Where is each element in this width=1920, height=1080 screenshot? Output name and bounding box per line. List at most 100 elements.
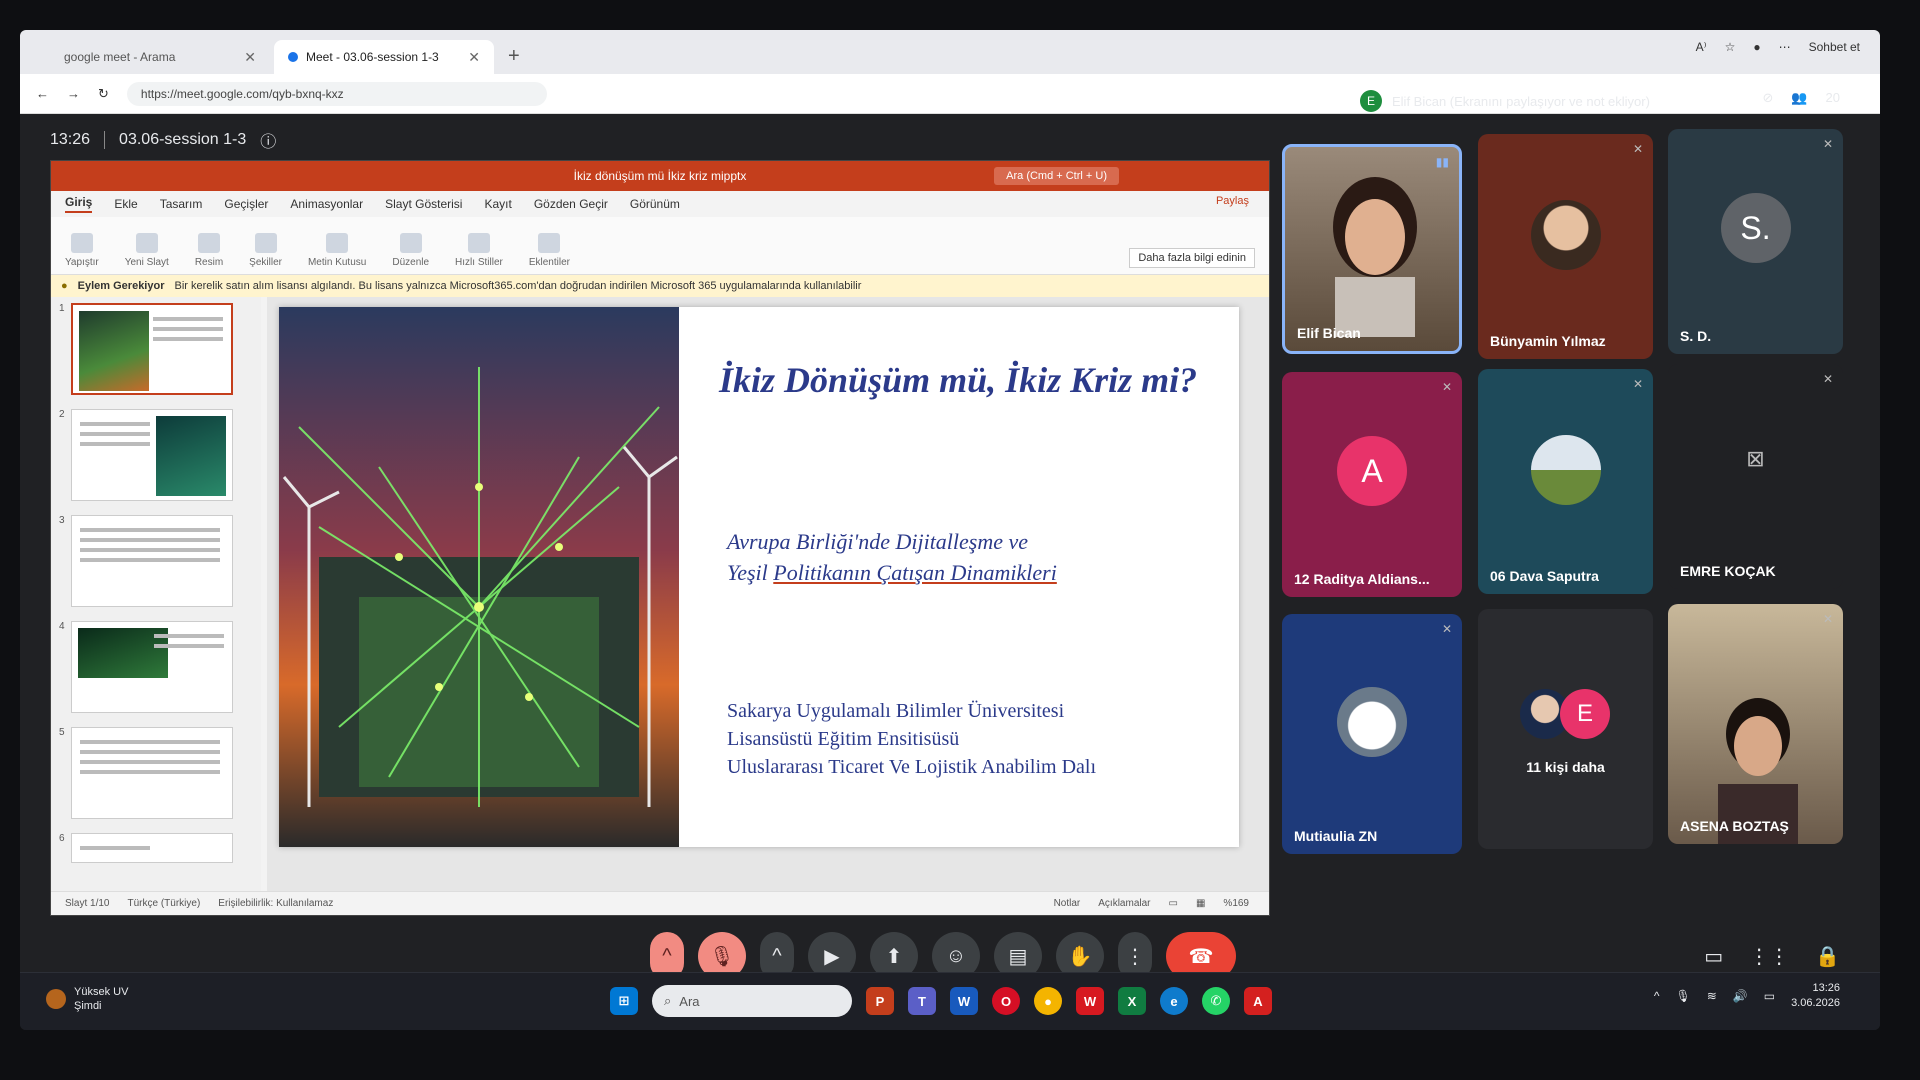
- slide-thumb[interactable]: 6: [59, 833, 261, 863]
- camera-off-icon: ⊠: [1746, 445, 1765, 471]
- info-icon[interactable]: ⓘ: [260, 128, 276, 152]
- slide-institution[interactable]: Sakarya Uygulamalı Bilimler Üniversitesi…: [727, 697, 1227, 781]
- battery-icon[interactable]: ▭: [1764, 989, 1775, 1003]
- ppt-file-title: İkiz dönüşüm mü İkiz kriz mipptx: [573, 169, 747, 183]
- participant-tile[interactable]: S. ✕ S. D.: [1668, 129, 1843, 354]
- slide-thumb[interactable]: 1: [59, 303, 261, 395]
- menu-gecisler[interactable]: Geçişler: [224, 197, 268, 211]
- slide-canvas: İkiz Dönüşüm mü, İkiz Kriz mi? Avrupa Bi…: [267, 297, 1269, 891]
- taskbar-search-input[interactable]: ⌕ Ara: [652, 985, 852, 1017]
- close-icon[interactable]: ✕: [468, 49, 480, 66]
- participant-tile[interactable]: ✕ Mutiaulia ZN: [1282, 614, 1462, 854]
- language-indicator[interactable]: Türkçe (Türkiye): [127, 898, 200, 909]
- slide-thumb[interactable]: 4: [59, 621, 261, 713]
- sohbet-button[interactable]: Sohbet et: [1809, 40, 1860, 54]
- participant-tile[interactable]: ✕ ASENA BOZTAŞ: [1668, 604, 1843, 844]
- slide-subtitle[interactable]: Avrupa Birliği'nde Dijitalleşme ve Yeşil…: [727, 527, 1227, 589]
- ppt-search-input[interactable]: Ara (Cmd + Ctrl + U): [994, 167, 1119, 185]
- teams-icon[interactable]: T: [908, 987, 936, 1015]
- tab-meet[interactable]: Meet - 03.06-session 1-3 ✕: [274, 40, 494, 74]
- picture-button[interactable]: Resim: [195, 233, 223, 268]
- slide-thumb[interactable]: 3: [59, 515, 261, 607]
- slide-thumb[interactable]: 2: [59, 409, 261, 501]
- normal-view-icon[interactable]: ▭: [1169, 898, 1178, 909]
- wifi-icon[interactable]: ≋: [1707, 989, 1717, 1003]
- thumb-image: [155, 416, 226, 496]
- new-slide-button[interactable]: Yeni Slayt: [125, 233, 169, 268]
- clock[interactable]: 13:26 3.06.2026: [1791, 981, 1840, 1012]
- opera-icon[interactable]: O: [992, 987, 1020, 1015]
- chat-icon[interactable]: ▭: [1704, 944, 1723, 969]
- acrobat-icon[interactable]: A: [1244, 987, 1272, 1015]
- menu-tasarim[interactable]: Tasarım: [160, 197, 203, 211]
- notes-button[interactable]: Notlar: [1054, 898, 1081, 909]
- system-tray: ^ 🎙 ≋ 🔊 ▭ 13:26 3.06.2026: [1654, 981, 1840, 1012]
- back-icon[interactable]: ←: [36, 86, 49, 101]
- more-info-button[interactable]: Daha fazla bilgi edinin: [1129, 248, 1255, 268]
- arrange-button[interactable]: Düzenle: [392, 233, 429, 268]
- volume-icon[interactable]: 🔊: [1733, 989, 1748, 1003]
- thumb-lines: [153, 634, 224, 654]
- ribbon-label: Düzenle: [392, 257, 430, 268]
- slide-title[interactable]: İkiz Dönüşüm mü, İkiz Kriz mi?: [719, 357, 1219, 404]
- whatsapp-icon[interactable]: ✆: [1202, 987, 1230, 1015]
- host-controls-icon[interactable]: 🔒: [1815, 944, 1840, 969]
- mic-off-icon: ✕: [1822, 612, 1833, 626]
- grid-view-icon[interactable]: ▦: [1196, 898, 1205, 909]
- share-button[interactable]: Paylaş: [1216, 195, 1249, 207]
- excel-icon[interactable]: X: [1118, 987, 1146, 1015]
- participant-name: Bünyamin Yılmaz: [1490, 333, 1606, 349]
- avatar: S.: [1720, 193, 1791, 263]
- current-slide[interactable]: İkiz Dönüşüm mü, İkiz Kriz mi? Avrupa Bi…: [279, 307, 1239, 847]
- new-tab-button[interactable]: +: [498, 45, 530, 74]
- read-aloud-icon[interactable]: A⁾: [1696, 40, 1707, 54]
- quick-styles-button[interactable]: Hızlı Stiller: [455, 233, 503, 268]
- participant-tile[interactable]: A ✕ 12 Raditya Aldians...: [1282, 372, 1462, 597]
- activities-icon[interactable]: ⋮⋮: [1749, 944, 1789, 969]
- forward-icon[interactable]: →: [67, 86, 80, 101]
- slide-thumb[interactable]: 5: [59, 727, 261, 819]
- word-icon[interactable]: W: [950, 987, 978, 1015]
- tab-google-search[interactable]: google meet - Arama ✕: [50, 40, 270, 74]
- weather-widget[interactable]: Yüksek UV Şimdi: [46, 985, 128, 1014]
- browser-tabbar: google meet - Arama ✕ Meet - 03.06-sessi…: [20, 30, 1880, 74]
- participant-tile[interactable]: ⊠ ✕ EMRE KOÇAK: [1668, 364, 1843, 589]
- menu-animasyonlar[interactable]: Animasyonlar: [290, 197, 363, 211]
- close-icon[interactable]: ✕: [244, 49, 256, 66]
- presenting-indicator: E Elif Bican (Ekranını paylaşıyor ve not…: [1360, 90, 1650, 112]
- menu-gozden-gecir[interactable]: Gözden Geçir: [534, 197, 608, 211]
- chrome-icon[interactable]: ●: [1034, 987, 1062, 1015]
- participant-tile[interactable]: ✕ 06 Dava Saputra: [1478, 369, 1653, 594]
- profile-icon[interactable]: ●: [1753, 40, 1760, 54]
- notice-title: Eylem Gerekiyor: [77, 280, 165, 292]
- participant-tile[interactable]: E 11 kişi daha: [1478, 609, 1653, 849]
- picture-icon: [198, 233, 220, 253]
- participant-tile[interactable]: ▮▮ Elif Bican: [1282, 144, 1462, 354]
- participant-tile[interactable]: ✕ Bünyamin Yılmaz: [1478, 134, 1653, 359]
- menu-slayt-gosterisi[interactable]: Slayt Gösterisi: [385, 197, 462, 211]
- favorite-star-icon[interactable]: ☆: [1725, 40, 1736, 54]
- menu-kayit[interactable]: Kayıt: [484, 197, 511, 211]
- people-icon[interactable]: 👥: [1791, 90, 1807, 106]
- comments-button[interactable]: Açıklamalar: [1098, 898, 1150, 909]
- start-icon[interactable]: ⊞: [610, 987, 638, 1015]
- reload-icon[interactable]: ↻: [98, 86, 109, 102]
- zoom-level[interactable]: %169: [1223, 898, 1249, 909]
- paste-button[interactable]: Yapıştır: [65, 233, 99, 268]
- menu-gorunum[interactable]: Görünüm: [630, 197, 680, 211]
- more-icon[interactable]: ⋯: [1779, 40, 1791, 54]
- participant-name: Mutiaulia ZN: [1294, 828, 1378, 844]
- wps-icon[interactable]: W: [1076, 987, 1104, 1015]
- textbox-button[interactable]: Metin Kutusu: [308, 233, 366, 268]
- edge-icon[interactable]: e: [1160, 987, 1188, 1015]
- mic-tray-icon[interactable]: 🎙: [1675, 989, 1690, 1003]
- powerpoint-icon[interactable]: P: [866, 987, 894, 1015]
- menu-ekle[interactable]: Ekle: [114, 197, 137, 211]
- addins-button[interactable]: Eklentiler: [529, 233, 570, 268]
- chevron-up-icon[interactable]: ^: [1654, 989, 1660, 1003]
- menu-giris[interactable]: Giriş: [65, 195, 93, 213]
- accessibility-status[interactable]: Erişilebilirlik: Kullanılamaz: [218, 898, 333, 909]
- shapes-button[interactable]: Şekiller: [249, 233, 282, 268]
- addins-icon: [538, 233, 561, 253]
- url-input[interactable]: https://meet.google.com/qyb-bxnq-kxz: [126, 81, 547, 106]
